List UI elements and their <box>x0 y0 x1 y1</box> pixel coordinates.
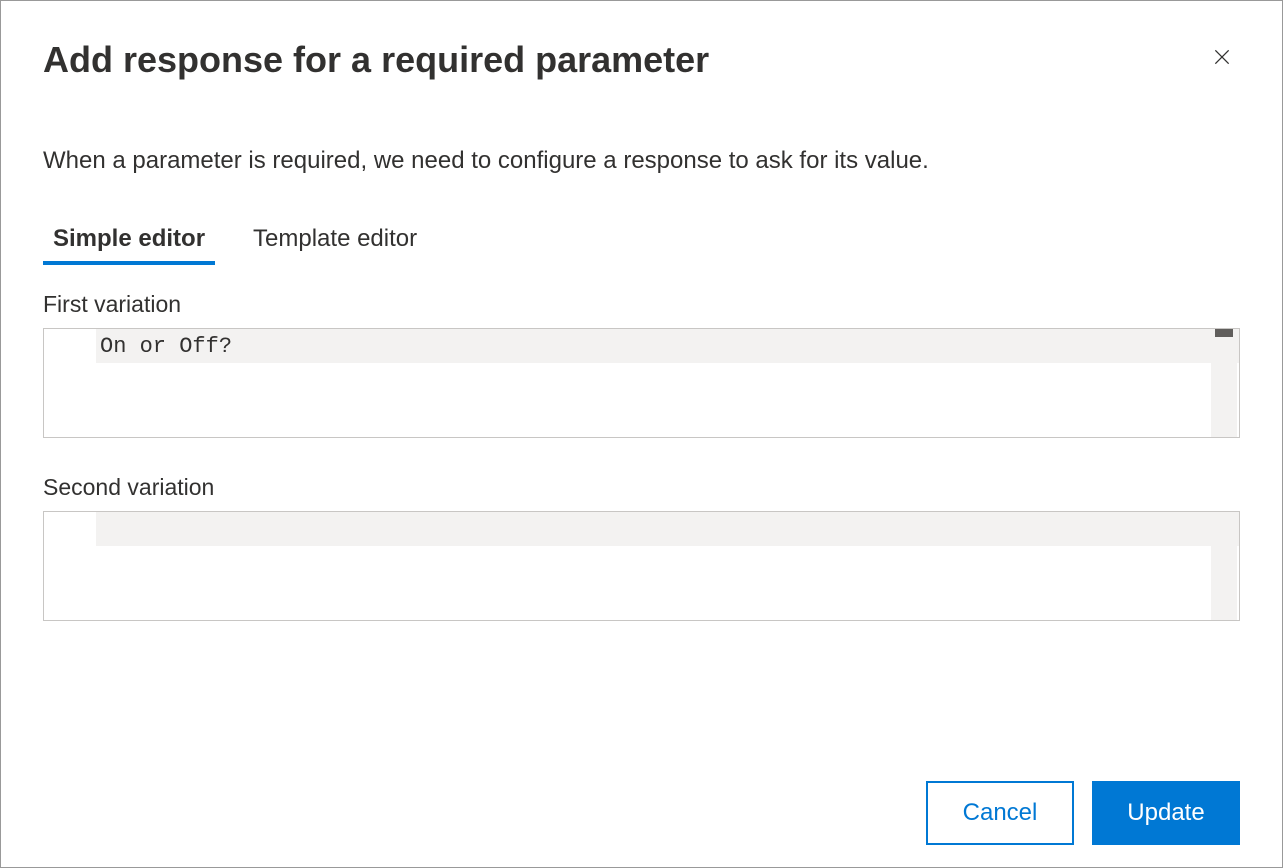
first-variation-group: First variation On or Off? <box>43 291 1240 474</box>
dialog-container: Add response for a required parameter Wh… <box>0 0 1283 868</box>
tab-template-editor[interactable]: Template editor <box>253 225 417 263</box>
dialog-description: When a parameter is required, we need to… <box>43 147 1240 175</box>
editor-body <box>44 363 1239 437</box>
cancel-button[interactable]: Cancel <box>926 781 1074 845</box>
first-variation-value[interactable]: On or Off? <box>96 329 1239 363</box>
second-variation-group: Second variation <box>43 474 1240 657</box>
dialog-footer: Cancel Update <box>926 781 1240 845</box>
editor-body <box>44 546 1239 620</box>
close-button[interactable] <box>1204 39 1240 75</box>
second-variation-label: Second variation <box>43 474 1240 501</box>
editor-scrollbar[interactable] <box>1211 512 1237 620</box>
update-button[interactable]: Update <box>1092 781 1240 845</box>
first-variation-editor[interactable]: On or Off? <box>43 328 1240 438</box>
tab-simple-editor[interactable]: Simple editor <box>53 225 205 263</box>
first-variation-label: First variation <box>43 291 1240 318</box>
editor-line <box>44 512 1239 546</box>
scrollbar-thumb[interactable] <box>1215 329 1233 337</box>
editor-gutter <box>44 512 96 546</box>
close-icon <box>1212 47 1232 67</box>
tabs-container: Simple editor Template editor <box>43 225 1240 263</box>
editor-scrollbar[interactable] <box>1211 329 1237 437</box>
second-variation-editor[interactable] <box>43 511 1240 621</box>
dialog-header: Add response for a required parameter <box>43 39 1240 81</box>
dialog-title: Add response for a required parameter <box>43 39 709 81</box>
editor-line: On or Off? <box>44 329 1239 363</box>
second-variation-value[interactable] <box>96 512 1239 546</box>
editor-gutter <box>44 329 96 363</box>
